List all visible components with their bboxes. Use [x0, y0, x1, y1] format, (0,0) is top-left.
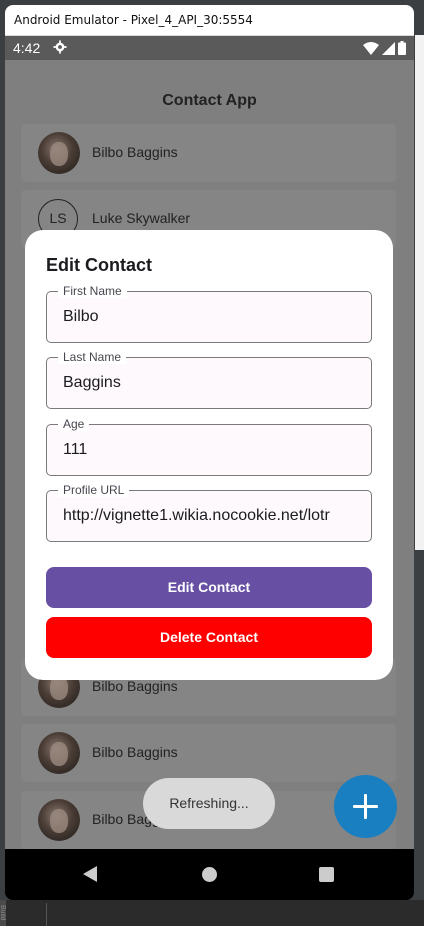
profile-url-field[interactable]: Profile URL http://vignette1.wikia.nocoo…: [46, 483, 372, 542]
ide-bottom-area: [0, 900, 424, 926]
signal-icon: [382, 41, 395, 55]
field-label: Profile URL: [58, 483, 130, 497]
gear-icon: [53, 40, 67, 54]
ide-build-tab[interactable]: Build V: [0, 905, 6, 925]
contact-name: Luke Skywalker: [92, 210, 191, 226]
last-name-field[interactable]: Last Name Baggins: [46, 350, 372, 409]
field-label: Last Name: [58, 350, 127, 364]
ide-divider: [46, 903, 47, 926]
emulator-title: Android Emulator - Pixel_4_API_30:5554: [14, 13, 253, 27]
add-contact-button[interactable]: [334, 775, 397, 838]
first-name-field[interactable]: First Name Bilbo: [46, 284, 372, 343]
status-time: 4:42: [13, 40, 41, 56]
ide-editor-panel: [415, 35, 424, 550]
battery-icon: [398, 41, 406, 55]
status-bar: 4:42: [5, 36, 414, 60]
avatar: [38, 132, 80, 174]
field-value[interactable]: 111: [63, 441, 363, 459]
field-value[interactable]: Bilbo: [63, 308, 363, 326]
device-screen: 4:42 Contact App Bilbo Baggins LS Luke S…: [5, 36, 414, 849]
contact-name: Bilbo Baggins: [92, 144, 178, 160]
wifi-icon: [363, 41, 379, 55]
dialog-title: Edit Contact: [46, 255, 152, 275]
navigation-bar: [5, 849, 414, 900]
back-icon[interactable]: [83, 866, 97, 882]
age-field[interactable]: Age 111: [46, 417, 372, 476]
delete-contact-button[interactable]: Delete Contact: [46, 617, 372, 658]
status-icons: [363, 40, 406, 56]
contact-name: Bilbo Baggins: [92, 678, 178, 694]
contact-row[interactable]: Bilbo Baggins: [21, 724, 396, 782]
field-value[interactable]: http://vignette1.wikia.nocookie.net/lotr: [63, 507, 363, 525]
field-label: First Name: [58, 284, 127, 298]
field-value[interactable]: Baggins: [63, 374, 363, 392]
recents-icon[interactable]: [319, 867, 334, 882]
contact-name: Bilbo Baggins: [92, 744, 178, 760]
edit-contact-dialog: Edit Contact First Name Bilbo Last Name …: [25, 230, 393, 680]
field-label: Age: [58, 417, 90, 431]
contact-row[interactable]: Bilbo Baggins: [21, 124, 396, 182]
edit-contact-button[interactable]: Edit Contact: [46, 567, 372, 608]
avatar: [38, 799, 80, 841]
emulator-titlebar[interactable]: Android Emulator - Pixel_4_API_30:5554: [5, 5, 414, 36]
refresh-toast: Refreshing...: [143, 778, 275, 829]
app-title: Contact App: [162, 92, 257, 109]
emulator-window: Android Emulator - Pixel_4_API_30:5554 4…: [5, 5, 414, 900]
home-icon[interactable]: [202, 867, 217, 882]
avatar: [38, 732, 80, 774]
